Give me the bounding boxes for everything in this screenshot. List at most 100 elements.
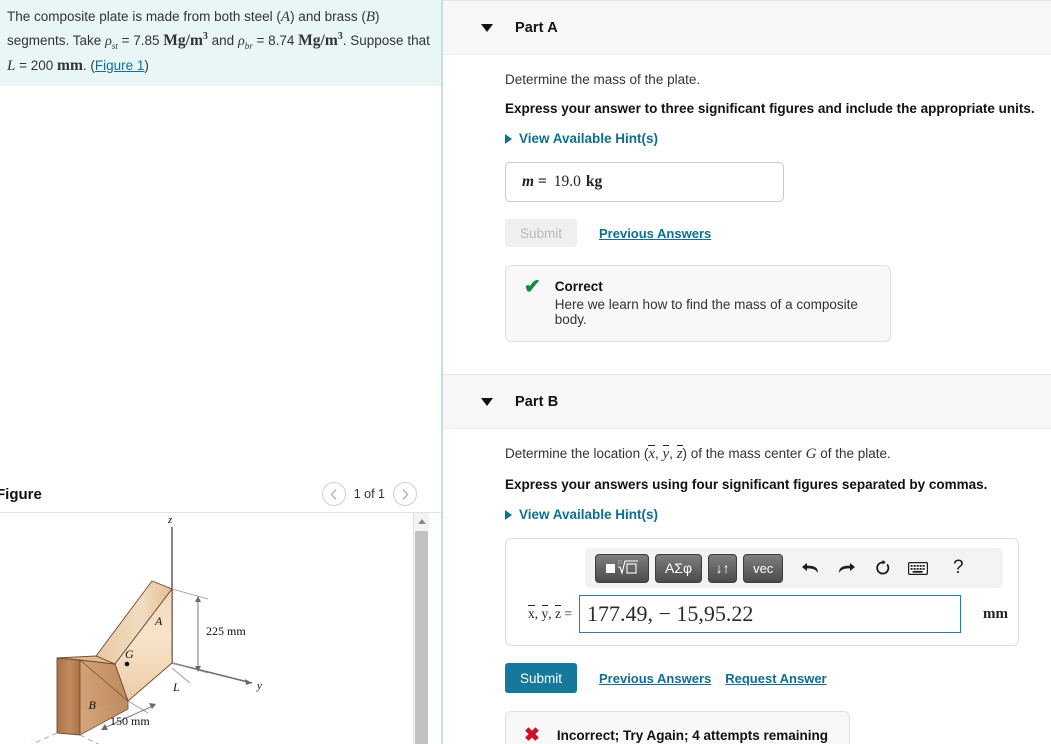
- chevron-right-icon: [402, 488, 409, 500]
- scrollbar-thumb[interactable]: [415, 531, 428, 744]
- reset-icon-glyph: [876, 559, 890, 574]
- steel-symbol: A: [280, 9, 291, 25]
- part-a-title: Part A: [515, 19, 558, 36]
- axis-y-label: y: [256, 680, 262, 692]
- figure-prev-button[interactable]: [321, 482, 346, 506]
- figure-counter: 1 of 1: [353, 487, 385, 501]
- part-a-button-row: Submit Previous Answers: [505, 219, 1051, 247]
- part-a-answer-value: 19.0: [553, 173, 581, 190]
- part-b-prompt-a: Determine the location (: [505, 446, 649, 461]
- caret-down-icon: [481, 23, 493, 32]
- undo-arrow-icon[interactable]: [795, 554, 825, 582]
- part-b-feedback-incorrect: ✖ Incorrect; Try Again; 4 attempts remai…: [505, 711, 850, 744]
- part-b-prompt-c: of the plate.: [816, 446, 891, 461]
- label-B: B: [89, 698, 97, 712]
- input-label-x: x: [528, 605, 535, 621]
- unit1-text: Mg/m: [163, 32, 203, 50]
- x-bar-symbol: x: [648, 445, 655, 462]
- part-b-body: Determine the location (x, y, z) of the …: [443, 445, 1051, 744]
- figure-header: Figure 1 of 1: [0, 478, 441, 510]
- x-mark-icon: ✖: [524, 725, 540, 744]
- problem-text-line1-a: The composite plate is made from both st…: [7, 9, 281, 24]
- left-pane: The composite plate is made from both st…: [0, 0, 441, 744]
- problem-period: .: [82, 57, 87, 73]
- undo-icon-glyph: [801, 563, 818, 573]
- part-a-instruction: Express your answer to three significant…: [505, 101, 1035, 116]
- part-b-sep-2: ,: [669, 446, 677, 461]
- caret-right-icon: [505, 133, 512, 144]
- problem-and: and: [211, 33, 235, 49]
- vector-button[interactable]: vec: [743, 553, 784, 583]
- redo-arrow-icon[interactable]: [831, 554, 861, 582]
- brass-symbol: B: [365, 9, 376, 25]
- part-b-submit-button[interactable]: Submit: [505, 663, 577, 693]
- math-toolbar: □ ΑΣφ ↓↑ vec ?: [585, 548, 1003, 588]
- caret-down-icon: [481, 397, 493, 406]
- part-b-sep-1: ,: [655, 446, 663, 461]
- part-b-header[interactable]: Part B: [443, 374, 1051, 429]
- part-a-feedback-correct: ✔ Correct Here we learn how to find the …: [505, 265, 891, 342]
- part-b-feedback-text: Incorrect; Try Again; 4 attempts remaini…: [556, 728, 828, 743]
- G-symbol: G: [805, 446, 817, 462]
- part-a-answer-variable: m =: [522, 173, 547, 190]
- part-a-answer-unit: kg: [585, 173, 603, 190]
- template-icon[interactable]: □: [595, 553, 649, 583]
- greek-symbols-button[interactable]: ΑΣφ: [655, 553, 703, 583]
- part-a-feedback-text: Correct Here we learn how to find the ma…: [555, 279, 872, 327]
- part-b-prompt-b: ) of the mass center: [682, 446, 806, 461]
- part-a-hint-link[interactable]: View Available Hint(s): [505, 131, 1051, 146]
- problem-text-line1-b: ) and brass (: [290, 9, 366, 24]
- keyboard-icon-glyph: [908, 561, 929, 575]
- part-a-answer-field[interactable]: m = 19.0 kg: [505, 162, 784, 202]
- label-G: G: [125, 647, 134, 661]
- part-b-button-row: Submit Previous Answers Request Answer: [505, 663, 1051, 693]
- part-a-feedback-detail: Here we learn how to find the mass of a …: [554, 297, 858, 327]
- figure-navigation: 1 of 1: [321, 482, 417, 506]
- template-radical-icon: □: [606, 560, 638, 575]
- reset-circular-arrow-icon[interactable]: [867, 554, 897, 582]
- figure-scrollbar[interactable]: [413, 513, 429, 744]
- physics-homework-page: The composite plate is made from both st…: [0, 0, 1051, 744]
- problem-unit2: Mg/m3: [298, 31, 343, 49]
- part-a-feedback-title: Correct: [554, 279, 603, 294]
- dim-depth-label: 150 mm: [110, 714, 150, 728]
- problem-eq1: = 7.85: [121, 33, 160, 49]
- label-L: L: [172, 680, 180, 694]
- problem-suppose: . Suppose: [342, 33, 404, 49]
- part-b-title: Part B: [515, 393, 559, 410]
- svg-text:□: □: [618, 560, 622, 566]
- part-b-prompt: Determine the location (x, y, z) of the …: [505, 445, 1051, 463]
- figure-1-link[interactable]: Figure 1: [95, 58, 145, 73]
- part-a-header[interactable]: Part A: [443, 0, 1051, 55]
- part-b-hint-link[interactable]: View Available Hint(s): [505, 507, 1051, 522]
- part-a-submit-button: Submit: [505, 219, 577, 247]
- point-G-marker: [124, 661, 130, 667]
- input-label-z: z: [555, 605, 561, 621]
- part-b-math-entry: □ ΑΣφ ↓↑ vec ? x, y, z = 177.49, − 15,95…: [505, 538, 1019, 646]
- part-b-answer-input[interactable]: 177.49, − 15,95.22: [579, 595, 961, 633]
- part-a-hint-label: View Available Hint(s): [519, 131, 659, 146]
- figure-panel-title: Figure: [0, 485, 42, 503]
- label-A: A: [154, 614, 163, 628]
- problem-unit1: Mg/m3: [163, 31, 208, 50]
- figure-next-button[interactable]: [393, 482, 417, 506]
- keyboard-icon[interactable]: [903, 554, 933, 582]
- part-a-body: Determine the mass of the plate. Express…: [443, 72, 1051, 342]
- problem-eq2: = 8.74: [256, 33, 295, 49]
- part-b-previous-answers-link[interactable]: Previous Answers: [599, 671, 711, 686]
- part-b-input-label: x, y, z =: [528, 605, 572, 621]
- question-mark-icon[interactable]: ?: [943, 554, 973, 582]
- problem-text-line3-a: that: [407, 33, 430, 49]
- updown-arrows-button[interactable]: ↓↑: [708, 553, 738, 583]
- part-b-input-row: x, y, z = 177.49, − 15,95.22 mm: [516, 595, 1008, 633]
- scroll-up-arrow-icon[interactable]: [414, 513, 429, 529]
- z-bar-symbol: z: [676, 445, 683, 462]
- part-a-previous-answers-link[interactable]: Previous Answers: [599, 226, 711, 241]
- figure-area: z y A G B L 225 mm 150 mm: [0, 512, 441, 744]
- problem-text-line1-c: ): [375, 9, 380, 24]
- problem-unit3: mm: [57, 56, 83, 74]
- check-icon: ✔: [524, 276, 541, 298]
- part-a-prompt: Determine the mass of the plate.: [505, 72, 701, 87]
- part-b-answer-value: 177.49, − 15,95.22: [587, 601, 754, 626]
- part-b-request-answer-link[interactable]: Request Answer: [725, 671, 826, 686]
